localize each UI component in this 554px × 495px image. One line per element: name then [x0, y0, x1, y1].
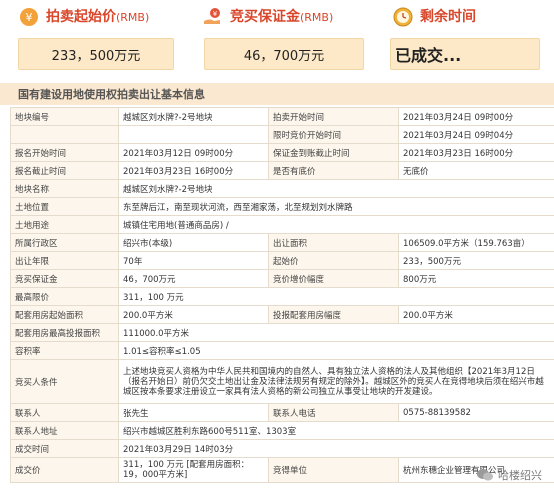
info-row: 地块名称 越城区刘水牌?-2号地块 — [10, 179, 554, 198]
info-row: 配套用房起始面积 200.0平方米 投报配套用房幅度 200.0平方米 — [10, 305, 554, 324]
info-row: 限时竞价开始时间 2021年03月24日 09时04分 — [10, 125, 554, 144]
field-label: 所属行政区 — [10, 233, 119, 252]
info-row: 地块编号 越城区刘水牌?-2号地块 拍卖开始时间 2021年03月24日 09时00分 — [10, 107, 554, 126]
field-value: 46，700万元 — [118, 269, 269, 288]
field-label: 投报配套用房幅度 — [268, 305, 399, 324]
info-row: 报名开始时间 2021年03月12日 09时00分 保证金到账截止时间 2021年03… — [10, 143, 554, 162]
info-row: 报名截止时间 2021年03月23日 16时00分 是否有底价 无底价 — [10, 161, 554, 180]
field-label: 联系人电话 — [268, 403, 399, 422]
field-value: 200.0平方米 — [118, 305, 269, 324]
field-label: 是否有底价 — [268, 161, 399, 180]
info-row: 成交时间 2021年03月29日 14时03分 — [10, 439, 554, 458]
field-label: 成交价 — [10, 457, 119, 483]
field-label: 配套用房起始面积 — [10, 305, 119, 324]
field-label — [10, 125, 119, 144]
field-label: 成交时间 — [10, 439, 119, 458]
clock-icon — [392, 5, 414, 27]
field-value: 311，100 万元 — [118, 287, 554, 306]
field-label: 土地用途 — [10, 215, 119, 234]
field-label: 联系人地址 — [10, 421, 119, 440]
field-value: 0575-88139582 — [398, 403, 554, 422]
remaining-card: 剩余时间 — [392, 0, 476, 32]
start-price-card: ¥ 拍卖起始价(RMB) — [18, 0, 149, 32]
svg-text:¥: ¥ — [213, 10, 218, 18]
hand-coins-icon: ¥ — [202, 5, 224, 27]
land-info-table: 地块编号 越城区刘水牌?-2号地块 拍卖开始时间 2021年03月24日 09时00分… — [10, 107, 554, 483]
watermark-text: 哈楼绍兴 — [498, 469, 542, 482]
field-value: 2021年03月24日 09时00分 — [398, 107, 554, 126]
info-row: 配套用房最高投报面积 111000.0平方米 — [10, 323, 554, 342]
field-label: 拍卖开始时间 — [268, 107, 399, 126]
field-value: 绍兴市越城区胜利东路600号511室、1303室 — [118, 421, 554, 440]
field-label: 地块编号 — [10, 107, 119, 126]
field-label: 竞价增价幅度 — [268, 269, 399, 288]
field-value: 上述地块竞买人资格为中华人民共和国境内的自然人、具有独立法人资格的法人及其他组织… — [118, 359, 554, 404]
info-row: 竞买保证金 46，700万元 竞价增价幅度 800万元 — [10, 269, 554, 288]
field-label: 报名开始时间 — [10, 143, 119, 162]
field-value: 233，500万元 — [398, 251, 554, 270]
field-label: 容积率 — [10, 341, 119, 360]
field-value: 106509.0平方米（159.763亩） — [398, 233, 554, 252]
info-row: 联系人地址 绍兴市越城区胜利东路600号511室、1303室 — [10, 421, 554, 440]
deposit-card: ¥ 竞买保证金(RMB) — [202, 0, 333, 32]
remaining-title: 剩余时间 — [420, 9, 476, 25]
field-label: 配套用房最高投报面积 — [10, 323, 119, 342]
info-row: 联系人 张先生 联系人电话 0575-88139582 — [10, 403, 554, 422]
info-row: 土地位置 东至牌后江，南至现状河流，西至湘家荡，北至规划刘水牌路 — [10, 197, 554, 216]
info-row: 竞买人条件 上述地块竞买人资格为中华人民共和国境内的自然人、具有独立法人资格的法人… — [10, 359, 554, 404]
field-value: 张先生 — [118, 403, 269, 422]
summary-cards: ¥ 拍卖起始价(RMB) 233，500万元 ¥ 竞买保证金(RMB) 46，7… — [0, 0, 554, 80]
field-label: 起始价 — [268, 251, 399, 270]
wechat-icon — [476, 468, 494, 482]
field-label: 出让面积 — [268, 233, 399, 252]
watermark: 哈楼绍兴 — [476, 467, 542, 483]
start-price-value: 233，500万元 — [18, 38, 174, 70]
info-row: 土地用途 城镇住宅用地(普通商品房) / — [10, 215, 554, 234]
deposit-value: 46，700万元 — [204, 38, 364, 70]
field-label: 土地位置 — [10, 197, 119, 216]
field-label: 出让年限 — [10, 251, 119, 270]
info-row: 所属行政区 绍兴市(本级) 出让面积 106509.0平方米（159.763亩） — [10, 233, 554, 252]
start-price-title: 拍卖起始价(RMB) — [46, 9, 150, 25]
field-value: 东至牌后江，南至现状河流，西至湘家荡，北至规划刘水牌路 — [118, 197, 554, 216]
field-value: 2021年03月29日 14时03分 — [118, 439, 554, 458]
field-label: 竞买人条件 — [10, 359, 119, 404]
remaining-value: 已成交... — [390, 38, 540, 70]
field-value — [118, 125, 269, 144]
field-value: 2021年03月24日 09时04分 — [398, 125, 554, 144]
field-label: 保证金到账截止时间 — [268, 143, 399, 162]
section-title: 国有建设用地使用权拍卖出让基本信息 — [18, 88, 205, 101]
deposit-title: 竞买保证金(RMB) — [230, 9, 334, 25]
field-value: 2021年03月23日 16时00分 — [118, 161, 269, 180]
field-value: 绍兴市(本级) — [118, 233, 269, 252]
field-label: 限时竞价开始时间 — [268, 125, 399, 144]
field-value: 200.0平方米 — [398, 305, 554, 324]
field-label: 最高限价 — [10, 287, 119, 306]
field-label: 联系人 — [10, 403, 119, 422]
field-label: 报名截止时间 — [10, 161, 119, 180]
field-value: 越城区刘水牌?-2号地块 — [118, 107, 269, 126]
field-label: 竞得单位 — [268, 457, 399, 483]
field-value: 无底价 — [398, 161, 554, 180]
field-label: 地块名称 — [10, 179, 119, 198]
svg-text:¥: ¥ — [26, 11, 33, 24]
field-value: 1.01≤容积率≤1.05 — [118, 341, 554, 360]
field-value: 2021年03月12日 09时00分 — [118, 143, 269, 162]
field-value: 城镇住宅用地(普通商品房) / — [118, 215, 554, 234]
info-row: 出让年限 70年 起始价 233，500万元 — [10, 251, 554, 270]
field-value: 越城区刘水牌?-2号地块 — [118, 179, 554, 198]
money-bag-icon: ¥ — [18, 5, 40, 27]
field-value: 70年 — [118, 251, 269, 270]
info-row: 最高限价 311，100 万元 — [10, 287, 554, 306]
field-value: 111000.0平方米 — [118, 323, 554, 342]
field-label: 竞买保证金 — [10, 269, 119, 288]
info-row: 成交价 311，100 万元 [配套用房面积：19，000平方米] 竞得单位 杭州东穗… — [10, 457, 554, 483]
info-row: 容积率 1.01≤容积率≤1.05 — [10, 341, 554, 360]
field-value: 800万元 — [398, 269, 554, 288]
field-value: 2021年03月23日 16时00分 — [398, 143, 554, 162]
field-value: 311，100 万元 [配套用房面积：19，000平方米] — [118, 457, 269, 483]
